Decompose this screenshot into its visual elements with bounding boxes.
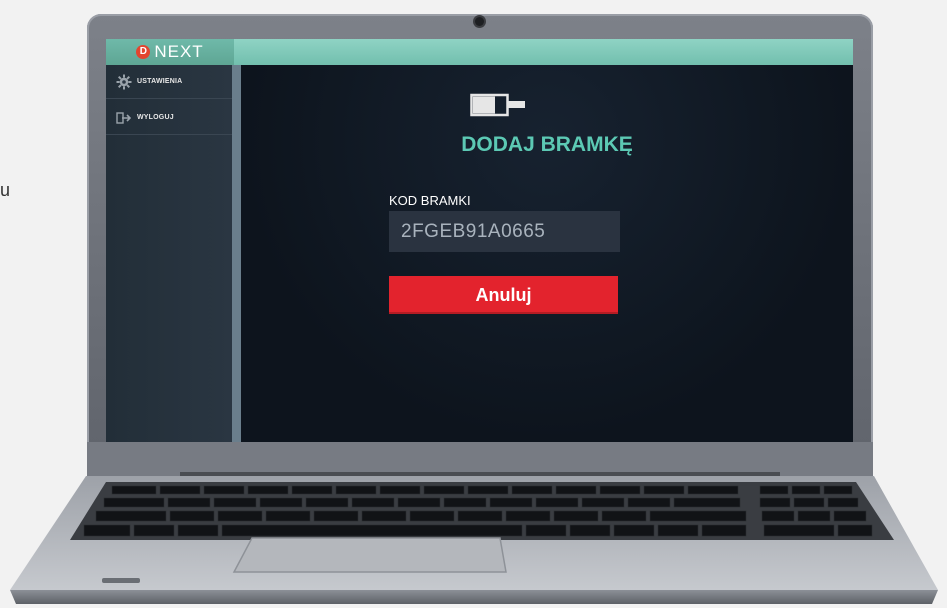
keyboard	[83, 485, 873, 537]
